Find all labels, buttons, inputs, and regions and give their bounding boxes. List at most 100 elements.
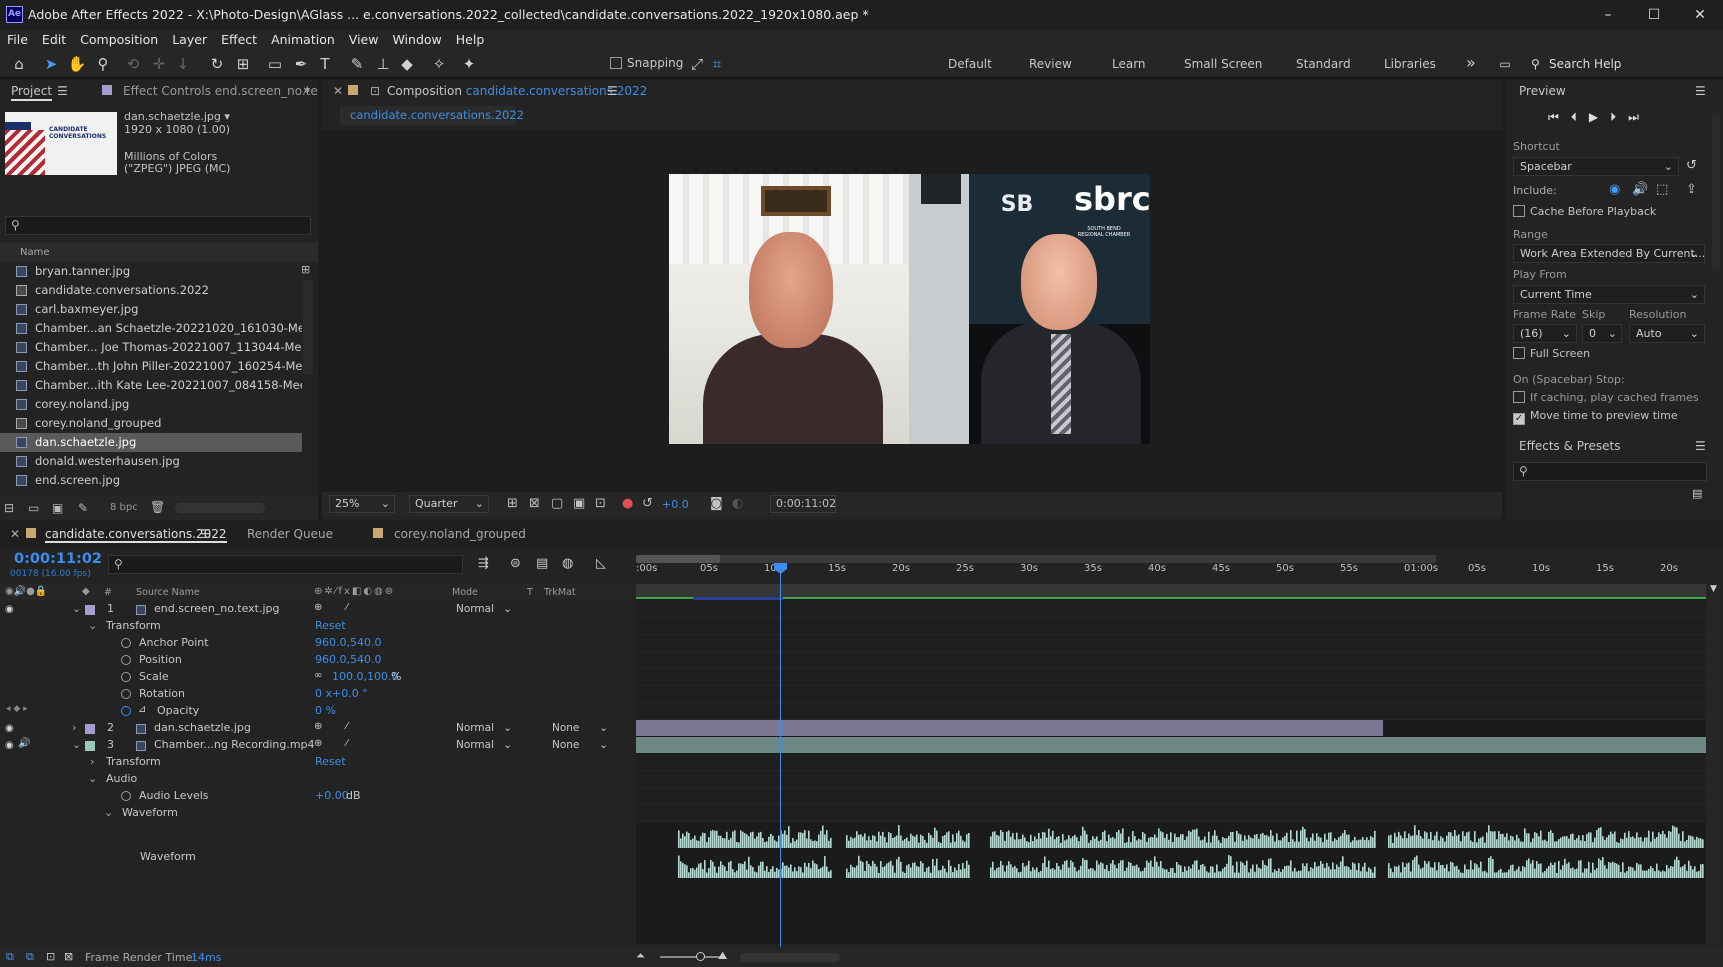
eye-icon[interactable]: ◉	[5, 740, 16, 751]
timeline-vertical-scrollbar[interactable]	[1706, 584, 1720, 944]
include-audio-icon[interactable]: 🔊	[1632, 182, 1648, 197]
exposure-value[interactable]: +0.0	[662, 498, 689, 511]
clone-stamp-icon[interactable]: ⊥	[372, 53, 394, 75]
home-icon[interactable]: ⌂	[8, 53, 30, 75]
transform-group-row[interactable]: ⌄ Transform Reset	[0, 618, 632, 635]
timeline-zoom-slider[interactable]	[660, 956, 720, 958]
shy-icon[interactable]: ⊕	[314, 602, 322, 613]
menu-window[interactable]: Window	[385, 30, 448, 50]
layer-row-3[interactable]: ◉ 🔊 ⌄ 3 Chamber...ng Recording.mp4 ⊕ ⁄ N…	[0, 737, 632, 754]
close-button[interactable]: ✕	[1677, 0, 1723, 30]
expand-chevron-icon[interactable]: ⌄	[88, 619, 97, 632]
quality-icon[interactable]: ⁄	[346, 738, 348, 749]
graph-icon[interactable]: ⊿	[138, 704, 146, 715]
roto-brush-icon[interactable]: ✧	[428, 53, 450, 75]
show-snapshot-icon[interactable]: ◐	[732, 496, 743, 511]
snap-options-icon[interactable]: ⤢	[686, 53, 708, 75]
bit-depth-button[interactable]: 8 bpc	[110, 502, 138, 513]
selected-item-name[interactable]: dan.schaetzle.jpg ▾	[124, 110, 230, 123]
timeline-current-time[interactable]: 0:00:11:02	[14, 551, 102, 567]
workspace-learn[interactable]: Learn	[1112, 57, 1146, 71]
expand-chevron-icon[interactable]: ⌄	[72, 602, 81, 615]
layer-3-duration-bar[interactable]	[636, 737, 1706, 753]
frame-blending-icon[interactable]: ▤	[536, 556, 548, 571]
cache-before-playback-option[interactable]: Cache Before Playback	[1513, 205, 1656, 218]
cache-before-playback-checkbox[interactable]	[1513, 205, 1525, 217]
menu-file[interactable]: File	[0, 30, 35, 50]
workspace-libraries[interactable]: Libraries	[1384, 57, 1436, 71]
anchor-point-value[interactable]: 960.0,540.0	[315, 636, 381, 649]
grid-guides-icon[interactable]: ⊡	[595, 496, 606, 511]
project-item[interactable]: corey.noland_grouped	[0, 414, 302, 433]
current-time-display[interactable]: 0:00:11:02	[770, 495, 836, 513]
track-matte-select[interactable]: None ⌄	[546, 738, 612, 753]
minimize-button[interactable]: –	[1585, 0, 1631, 30]
workspace-small-screen[interactable]: Small Screen	[1184, 57, 1262, 71]
project-menu-icon[interactable]: ☰	[57, 84, 68, 98]
keyframe-navigator-icons[interactable]: ◂ ◆ ▸	[6, 704, 28, 714]
close-composition-tab-icon[interactable]: ✕	[333, 84, 343, 98]
tab-project[interactable]: Project	[11, 84, 53, 101]
timeline-search-input[interactable]: ⚲	[108, 555, 463, 574]
project-horizontal-scrollbar[interactable]	[175, 503, 265, 513]
anchor-point-row[interactable]: Anchor Point 960.0,540.0	[0, 635, 632, 652]
layer-label-color[interactable]	[85, 741, 95, 751]
preview-menu-icon[interactable]: ☰	[1695, 84, 1706, 98]
selection-tool-icon[interactable]: ➤	[40, 53, 62, 75]
expand-chevron-icon[interactable]: ⌄	[104, 806, 113, 819]
close-timeline-tab-icon[interactable]: ✕	[10, 527, 20, 541]
project-item-selected[interactable]: dan.schaetzle.jpg	[0, 433, 302, 452]
audio-group-row[interactable]: ⌄ Audio	[0, 771, 632, 788]
layer-mode-select[interactable]: Normal ⌄	[450, 721, 516, 736]
move-time-option[interactable]: ✓ Move time to preview time	[1513, 409, 1678, 425]
quality-icon[interactable]: ⁄	[346, 602, 348, 613]
rectangle-tool-icon[interactable]: ▭	[264, 53, 286, 75]
layer-name[interactable]: dan.schaetzle.jpg	[154, 721, 251, 734]
region-of-interest-icon[interactable]: ▣	[573, 496, 585, 511]
motion-blur-icon[interactable]: ◍	[562, 556, 573, 571]
snapping-checkbox[interactable]	[610, 57, 622, 69]
menu-view[interactable]: View	[342, 30, 386, 50]
snap-frame-icon[interactable]: ⌗	[706, 53, 728, 75]
playhead-line[interactable]	[780, 570, 781, 948]
transfer-controls-icon[interactable]: ⧉	[26, 950, 34, 964]
export-preview-icon[interactable]: ⇪	[1686, 182, 1697, 197]
menu-animation[interactable]: Animation	[264, 30, 342, 50]
timeline-menu-icon[interactable]: ☰	[200, 527, 211, 541]
audio-levels-value[interactable]: +0.00	[315, 789, 349, 802]
panel-overflow-icon[interactable]: »	[303, 83, 310, 97]
layer-mode-select[interactable]: Normal ⌄	[450, 738, 516, 753]
stopwatch-icon[interactable]	[121, 791, 131, 801]
pan-behind-icon[interactable]: ⊞	[232, 53, 254, 75]
range-select[interactable]: Work Area Extended By Current... ⌄	[1513, 244, 1705, 263]
last-frame-icon[interactable]: ⏭	[1628, 110, 1651, 124]
adjust-settings-icon[interactable]: ✎	[78, 501, 88, 515]
audio-speaker-icon[interactable]: 🔊	[18, 738, 30, 749]
project-item[interactable]: corey.noland.jpg	[0, 395, 302, 414]
menu-composition[interactable]: Composition	[73, 30, 165, 50]
tab-render-queue[interactable]: Render Queue	[247, 527, 333, 541]
eye-icon[interactable]: ◉	[5, 723, 16, 734]
reset-shortcut-icon[interactable]: ↺	[1686, 158, 1697, 173]
rotation-value[interactable]: 0 x+0.0 °	[315, 687, 368, 700]
tab-corey-grouped[interactable]: corey.noland_grouped	[394, 527, 526, 541]
color-channels-icon[interactable]: ●	[622, 496, 633, 511]
graph-editor-icon[interactable]: ◺	[596, 556, 606, 571]
eraser-tool-icon[interactable]: ◆	[396, 53, 418, 75]
stopwatch-icon[interactable]	[121, 655, 131, 665]
transform-reset-link[interactable]: Reset	[315, 619, 346, 632]
puppet-pin-icon[interactable]: ✦	[458, 53, 480, 75]
workspace-review[interactable]: Review	[1029, 57, 1072, 71]
if-caching-checkbox[interactable]	[1513, 391, 1525, 403]
move-time-checkbox-checked[interactable]: ✓	[1513, 413, 1525, 425]
constrain-proportions-icon[interactable]: ∞	[314, 670, 322, 681]
timeline-end-marker-icon[interactable]: ▼	[1710, 584, 1717, 594]
layer-mode-select[interactable]: Normal ⌄	[450, 602, 516, 617]
play-icon[interactable]: ▶	[1589, 110, 1610, 124]
full-screen-checkbox[interactable]	[1513, 347, 1525, 359]
scale-value[interactable]: 100.0,100.0	[332, 670, 398, 683]
opacity-value[interactable]: 0 %	[315, 704, 336, 717]
zoom-tool-icon[interactable]: ⚲	[92, 53, 114, 75]
layer-name[interactable]: Chamber...ng Recording.mp4	[154, 738, 315, 751]
time-navigator-bar[interactable]	[636, 555, 1436, 563]
